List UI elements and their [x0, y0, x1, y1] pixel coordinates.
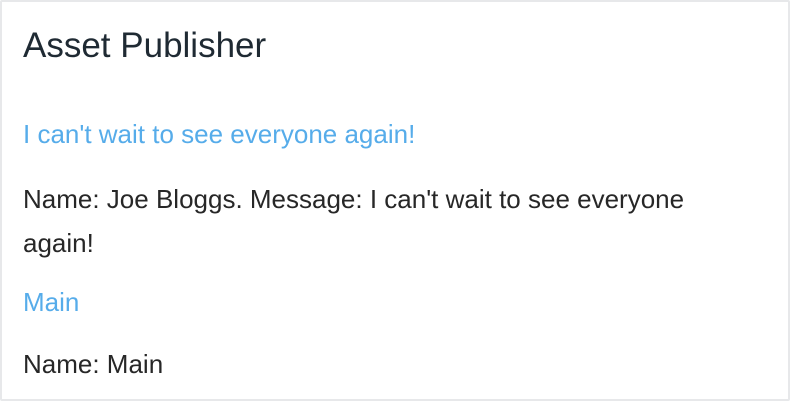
asset-entry-title-1[interactable]: I can't wait to see everyone again!	[23, 119, 415, 150]
asset-publisher-portlet: Asset Publisher I can't wait to see ever…	[0, 0, 790, 401]
asset-entry-title-2[interactable]: Main	[23, 287, 79, 318]
portlet-title: Asset Publisher	[23, 26, 267, 65]
asset-entry-summary-2: Name: Main	[23, 349, 164, 379]
asset-entry-summary-1: Name: Joe Bloggs. Message: I can't wait …	[23, 184, 685, 258]
